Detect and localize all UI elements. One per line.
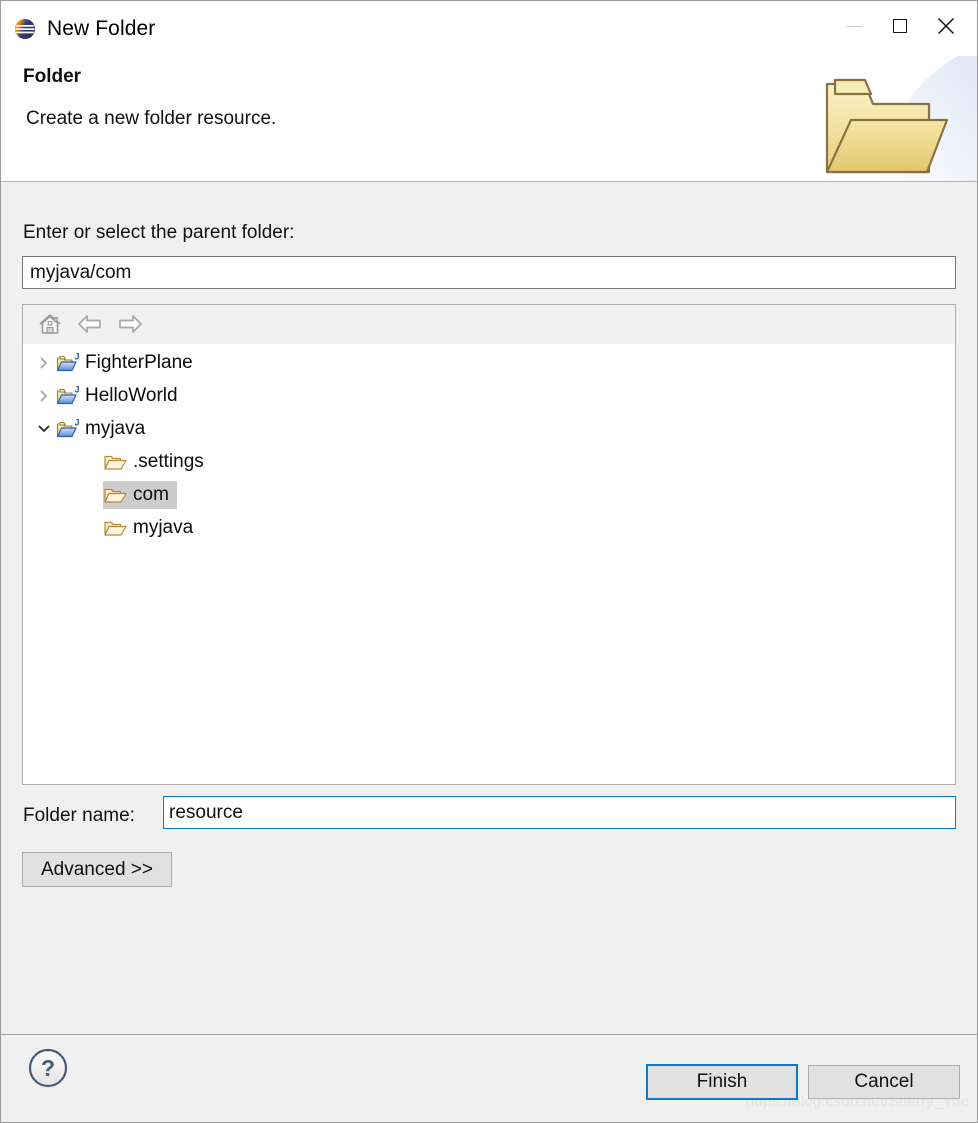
close-icon bbox=[937, 17, 955, 35]
java-project-folder-icon: J bbox=[56, 418, 80, 437]
maximize-icon bbox=[893, 19, 907, 33]
parent-folder-input[interactable] bbox=[22, 256, 956, 289]
svg-text:J: J bbox=[75, 385, 80, 395]
chevron-down-icon bbox=[38, 425, 50, 432]
java-project-folder-icon: J bbox=[55, 352, 81, 374]
tree-row[interactable]: J HelloWorld bbox=[23, 379, 955, 412]
cancel-button[interactable]: Cancel bbox=[808, 1065, 960, 1099]
tree-item-label: myjava bbox=[133, 516, 194, 538]
tree-item-selected[interactable]: com bbox=[103, 480, 177, 509]
java-project-folder-icon: J bbox=[56, 385, 80, 404]
tree-twisty-empty bbox=[81, 478, 103, 511]
tree-indent-spacer bbox=[23, 362, 33, 363]
tree-item[interactable]: Jmyjava bbox=[55, 415, 153, 443]
minimize-icon bbox=[846, 25, 862, 27]
window-controls bbox=[831, 7, 969, 45]
tree-row[interactable]: .settings bbox=[23, 445, 955, 478]
tree-item-label: .settings bbox=[133, 450, 204, 472]
page-title: Folder bbox=[23, 66, 82, 87]
tree-twisty-empty bbox=[81, 445, 103, 478]
help-button[interactable]: ? bbox=[27, 1047, 69, 1089]
tree-row[interactable]: J FighterPlane bbox=[23, 346, 955, 379]
java-project-folder-icon: J bbox=[55, 385, 81, 407]
tree-indent-spacer bbox=[23, 395, 33, 396]
eclipse-logo-icon bbox=[13, 17, 37, 41]
home-icon bbox=[39, 314, 61, 334]
forward-arrow-icon bbox=[119, 315, 142, 333]
tree-item[interactable]: .settings bbox=[103, 448, 212, 476]
home-button[interactable] bbox=[30, 307, 70, 341]
tree-item-label: myjava bbox=[85, 417, 146, 439]
wizard-header: Folder Create a new folder resource. bbox=[1, 56, 977, 182]
folder-icon bbox=[103, 451, 129, 473]
tree-indent-spacer bbox=[23, 461, 81, 462]
tree-item-label: FighterPlane bbox=[85, 351, 193, 373]
page-description: Create a new folder resource. bbox=[26, 108, 277, 129]
folder-icon bbox=[104, 488, 127, 503]
minimize-button[interactable] bbox=[831, 7, 877, 45]
tree-item-label: HelloWorld bbox=[85, 384, 178, 406]
java-project-folder-icon: J bbox=[55, 418, 81, 440]
tree-twisty-toggle[interactable] bbox=[33, 379, 55, 412]
java-project-folder-icon: J bbox=[56, 352, 80, 371]
tree-twisty-empty bbox=[81, 511, 103, 544]
tree-twisty-toggle[interactable] bbox=[33, 346, 55, 379]
tree-row[interactable]: myjava bbox=[23, 511, 955, 544]
back-arrow-icon bbox=[78, 315, 101, 333]
tree-row[interactable]: Jmyjava bbox=[23, 412, 955, 445]
svg-text:J: J bbox=[75, 352, 80, 362]
folder-icon bbox=[104, 455, 127, 470]
folder-tree-panel: J FighterPlane J HelloWorld Jmyjava .settings… bbox=[22, 304, 956, 785]
tree-item[interactable]: J FighterPlane bbox=[55, 349, 201, 377]
folder-name-input[interactable] bbox=[163, 796, 956, 829]
close-button[interactable] bbox=[923, 7, 969, 45]
dialog-body: Enter or select the parent folder: myjav… bbox=[1, 182, 977, 1034]
forward-button[interactable] bbox=[110, 307, 150, 341]
folder-banner-icon bbox=[817, 56, 977, 181]
folder-icon bbox=[103, 517, 129, 539]
title-bar: New Folder bbox=[1, 1, 977, 56]
maximize-button[interactable] bbox=[877, 7, 923, 45]
tree-toolbar bbox=[23, 305, 955, 344]
folder-icon bbox=[103, 484, 129, 506]
chevron-right-icon bbox=[40, 357, 47, 368]
folder-name-label: Folder name: bbox=[23, 805, 135, 826]
new-folder-dialog: New Folder Folder Create a new folder re… bbox=[0, 0, 978, 1123]
folder-icon bbox=[104, 521, 127, 536]
tree-indent-spacer bbox=[23, 494, 81, 495]
window-title: New Folder bbox=[47, 16, 156, 40]
advanced-button[interactable]: Advanced >> bbox=[22, 852, 172, 887]
tree-twisty-toggle[interactable] bbox=[33, 412, 55, 445]
tree-row[interactable]: com bbox=[23, 478, 955, 511]
parent-folder-label: Enter or select the parent folder: bbox=[23, 222, 295, 243]
chevron-right-icon bbox=[40, 390, 47, 401]
finish-button[interactable]: Finish bbox=[646, 1064, 798, 1100]
tree-item[interactable]: J HelloWorld bbox=[55, 382, 186, 410]
svg-text:J: J bbox=[75, 418, 80, 428]
back-button[interactable] bbox=[70, 307, 110, 341]
tree-item[interactable]: myjava bbox=[103, 514, 201, 542]
svg-text:?: ? bbox=[41, 1055, 55, 1081]
tree-item-label: com bbox=[133, 483, 169, 505]
tree-indent-spacer bbox=[23, 428, 33, 429]
tree-indent-spacer bbox=[23, 527, 81, 528]
folder-tree: J FighterPlane J HelloWorld Jmyjava .settings… bbox=[23, 344, 955, 544]
